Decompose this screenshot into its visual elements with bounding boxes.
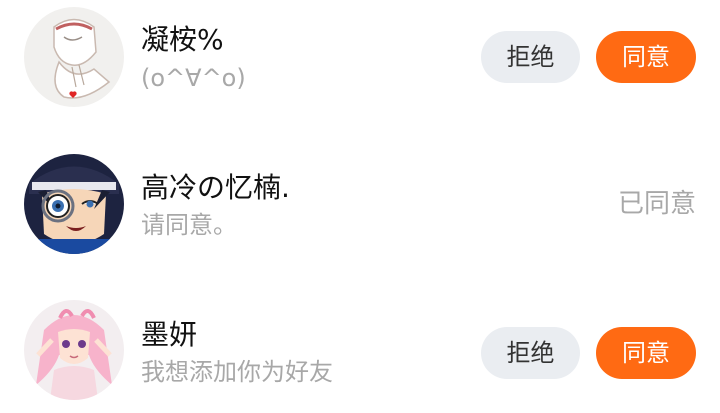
accept-button[interactable]: 同意	[596, 31, 696, 83]
reject-button[interactable]: 拒绝	[481, 327, 580, 379]
accepted-status: 已同意	[617, 189, 696, 219]
avatar[interactable]	[24, 7, 124, 107]
anime-avatar-icon	[24, 154, 124, 254]
friend-request-item: 凝桉% (o^∀^o) 拒绝 同意	[0, 0, 720, 120]
requester-name: 高冷の忆楠.	[141, 171, 290, 204]
request-message: (o^∀^o)	[141, 64, 246, 92]
requester-name: 凝桉%	[141, 23, 224, 56]
reject-button[interactable]: 拒绝	[481, 31, 580, 83]
anime-avatar-icon	[24, 300, 124, 400]
friend-request-item: 墨妍 我想添加你为好友 拒绝 同意	[0, 293, 720, 413]
request-message: 请同意。	[141, 211, 237, 239]
anime-avatar-icon	[24, 7, 124, 107]
friend-request-item: 高冷の忆楠. 请同意。 已同意	[0, 146, 720, 266]
request-message: 我想添加你为好友	[141, 358, 333, 386]
accept-button[interactable]: 同意	[596, 327, 696, 379]
requester-name: 墨妍	[141, 318, 198, 351]
avatar[interactable]	[24, 154, 124, 254]
avatar[interactable]	[24, 300, 124, 400]
